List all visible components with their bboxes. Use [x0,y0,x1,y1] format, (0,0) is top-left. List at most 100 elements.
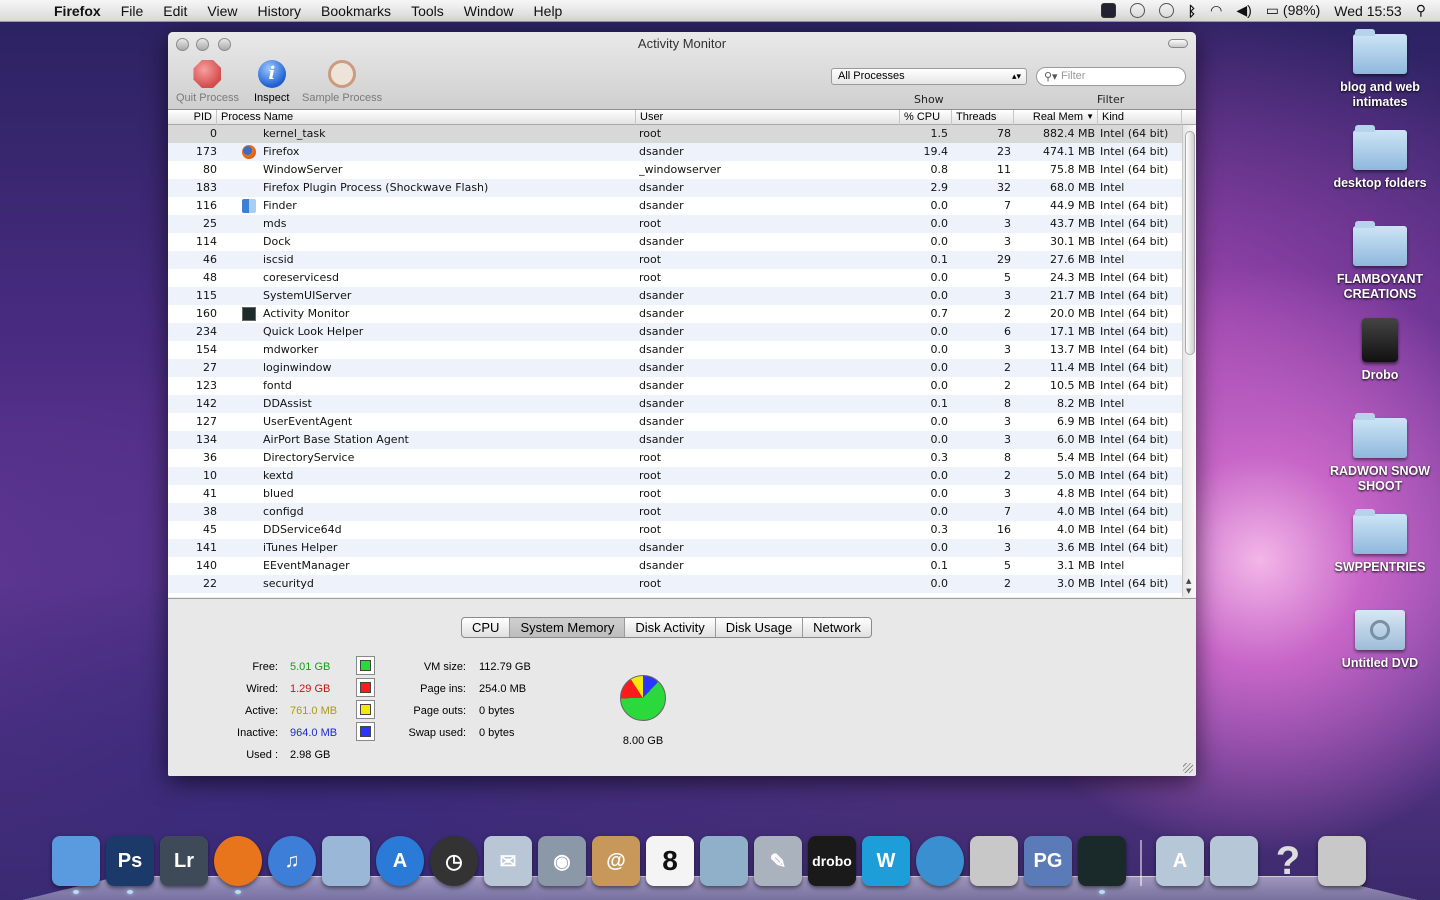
inspect-button[interactable]: i Inspect [254,60,289,104]
help-icon[interactable]: ? [1264,836,1312,886]
menu-bookmarks[interactable]: Bookmarks [311,3,401,19]
column-kind[interactable]: Kind [1098,110,1182,125]
desktop-item[interactable]: FLAMBOYANT CREATIONS [1328,221,1432,302]
menu-file[interactable]: File [111,3,154,19]
table-row[interactable]: 127 UserEventAgent dsander 0.0 3 6.9 MB Intel … [168,413,1182,431]
clock[interactable]: Wed 15:53 [1334,3,1401,19]
firefox-icon[interactable] [214,836,262,894]
itunes-icon[interactable]: ♫ [268,836,316,886]
wifi-icon[interactable]: ◠ [1210,2,1222,19]
sample-process-button[interactable]: Sample Process [302,60,382,104]
table-row[interactable]: 0 kernel_task root 1.5 78 882.4 MB Intel (64 b… [168,125,1182,143]
table-row[interactable]: 116 Finder dsander 0.0 7 44.9 MB Intel (64 bit… [168,197,1182,215]
menu-app-firefox[interactable]: Firefox [54,3,111,19]
tab-disk-usage[interactable]: Disk Usage [716,618,804,637]
word-icon[interactable]: W [862,836,910,886]
menu-tools[interactable]: Tools [401,3,454,19]
menu-help[interactable]: Help [524,3,573,19]
drobo-icon[interactable]: drobo [808,836,856,886]
column-real-mem[interactable]: Real Mem ▼ [1014,110,1098,125]
inactive-color-well[interactable] [356,722,375,741]
scroll-down-arrow-icon[interactable]: ▼ [1186,587,1191,595]
facetime-icon[interactable]: ◉ [538,836,586,886]
tab-network[interactable]: Network [803,618,871,637]
table-row[interactable]: 115 SystemUIServer dsander 0.0 3 21.7 MB Intel… [168,287,1182,305]
table-row[interactable]: 10 kextd root 0.0 2 5.0 MB Intel (64 bit) [168,467,1182,485]
pg-icon[interactable]: PG [1024,836,1072,886]
table-row[interactable]: 80 WindowServer _windowserver 0.8 11 75.8 MB I… [168,161,1182,179]
desktop-item[interactable]: SWPPENTRIES [1328,509,1432,575]
table-row[interactable]: 22 securityd root 0.0 2 3.0 MB Intel (64 bit) [168,575,1182,593]
desktop-item[interactable]: RADWON SNOW SHOOT [1328,413,1432,494]
bluetooth-icon[interactable]: ᛒ [1188,3,1196,19]
process-filter-select[interactable]: All Processes ▴▾ [831,68,1027,85]
desktop-item[interactable]: blog and web intimates [1328,29,1432,110]
scrollbar-thumb[interactable] [1185,131,1195,355]
menu-view[interactable]: View [197,3,247,19]
table-row[interactable]: 38 configd root 0.0 7 4.0 MB Intel (64 bit) [168,503,1182,521]
sync-icon[interactable] [1129,3,1145,18]
desktop-item[interactable]: desktop folders [1328,125,1432,191]
volume-icon[interactable]: ◀) [1236,2,1251,19]
column-pid[interactable]: PID [168,110,217,125]
dashboard-icon[interactable]: ◷ [430,836,478,886]
menu-edit[interactable]: Edit [153,3,197,19]
desktop-item[interactable]: Drobo [1328,318,1432,383]
battery-status[interactable]: ▭ (98%) [1266,2,1320,19]
screen-icon[interactable] [1100,3,1116,18]
menu-window[interactable]: Window [454,3,524,19]
scroll-up-arrow-icon[interactable]: ▲ [1186,577,1191,585]
satellite-icon[interactable] [970,836,1018,886]
table-row[interactable]: 27 loginwindow dsander 0.0 2 11.4 MB Intel (64… [168,359,1182,377]
photoshop-icon[interactable]: Ps [106,836,154,894]
table-row[interactable]: 234 Quick Look Helper dsander 0.0 6 17.1 MB In… [168,323,1182,341]
table-row[interactable]: 141 iTunes Helper dsander 0.0 3 3.6 MB Intel (… [168,539,1182,557]
tab-cpu[interactable]: CPU [462,618,511,637]
tab-system-memory[interactable]: System Memory [510,618,626,637]
quit-process-button[interactable]: Quit Process [176,60,239,104]
iphoto-icon[interactable] [700,836,748,886]
address-book-icon[interactable]: @ [592,836,640,886]
time-machine-icon[interactable] [1158,3,1174,18]
table-row[interactable]: 123 fontd dsander 0.0 2 10.5 MB Intel (64 bit) [168,377,1182,395]
menu-history[interactable]: History [247,3,311,19]
active-color-well[interactable] [356,700,375,719]
table-row[interactable]: 134 AirPort Base Station Agent dsander 0.0 3… [168,431,1182,449]
ical-icon[interactable]: 8 [646,836,694,886]
applications-folder-icon[interactable]: A [1156,836,1204,886]
parallels-icon[interactable] [322,836,370,886]
toolbar-toggle-button[interactable] [1168,39,1188,48]
table-row[interactable]: 142 DDAssist dsander 0.1 8 8.2 MB Intel [168,395,1182,413]
table-row[interactable]: 160 Activity Monitor dsander 0.7 2 20.0 MB Int… [168,305,1182,323]
wired-color-well[interactable] [356,678,375,697]
filter-search-field[interactable]: ⚲▾ Filter [1036,67,1186,86]
table-row[interactable]: 45 DDService64d root 0.3 16 4.0 MB Intel (64 b… [168,521,1182,539]
lightroom-icon[interactable]: Lr [160,836,208,886]
script-editor-icon[interactable]: ✎ [754,836,802,886]
table-row[interactable]: 183 Firefox Plugin Process (Shockwave Fla… [168,179,1182,197]
column-cpu[interactable]: % CPU [900,110,952,125]
table-row[interactable]: 25 mds root 0.0 3 43.7 MB Intel (64 bit) [168,215,1182,233]
table-row[interactable]: 36 DirectoryService root 0.3 8 5.4 MB Intel (6… [168,449,1182,467]
table-scrollbar[interactable]: ▲ ▼ [1182,125,1196,597]
tab-disk-activity[interactable]: Disk Activity [625,618,716,637]
column-user[interactable]: User [636,110,900,125]
app-store-icon[interactable]: A [376,836,424,886]
free-color-well[interactable] [356,656,375,675]
table-row[interactable]: 140 EEventManager dsander 0.1 5 3.1 MB Intel [168,557,1182,575]
table-row[interactable]: 48 coreservicesd root 0.0 5 24.3 MB Intel (64 … [168,269,1182,287]
table-row[interactable]: 46 iscsid root 0.1 29 27.6 MB Intel [168,251,1182,269]
table-row[interactable]: 114 Dock dsander 0.0 3 30.1 MB Intel (64 bit) [168,233,1182,251]
finder-icon[interactable] [52,836,100,894]
table-row[interactable]: 173 Firefox dsander 19.4 23 474.1 MB Intel (64… [168,143,1182,161]
table-row[interactable]: 154 mdworker dsander 0.0 3 13.7 MB Intel (64 b… [168,341,1182,359]
column-threads[interactable]: Threads [952,110,1014,125]
mail-icon[interactable]: ✉ [484,836,532,886]
activity-monitor-icon[interactable] [1078,836,1126,894]
trash-icon[interactable] [1318,836,1366,886]
desktop-item[interactable]: Untitled DVD [1328,610,1432,671]
column-process-name[interactable]: Process Name [217,110,636,125]
spotlight-icon[interactable]: ⚲ [1416,2,1426,19]
documents-folder-icon[interactable] [1210,836,1258,886]
resize-grip-icon[interactable] [1183,763,1193,773]
